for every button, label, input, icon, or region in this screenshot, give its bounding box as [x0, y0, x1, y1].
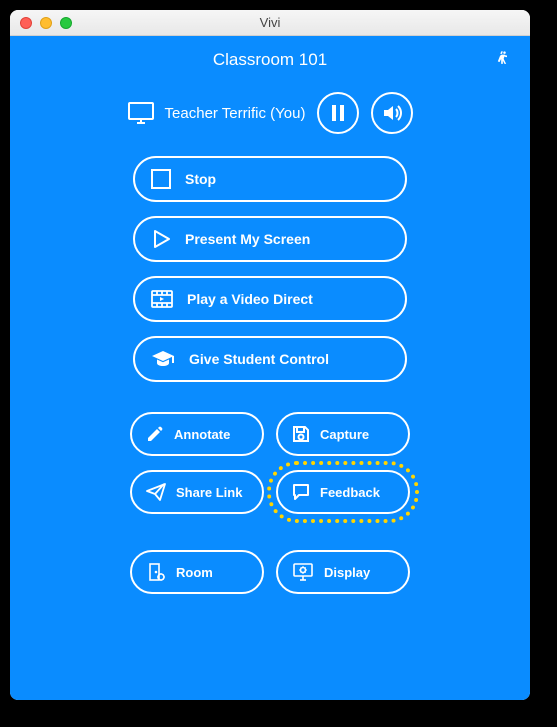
door-gear-icon [146, 562, 166, 582]
pause-button[interactable] [317, 92, 359, 134]
user-label: Teacher Terrific (You) [127, 101, 306, 125]
app-body: Classroom 101 Teacher Terrific (You) [10, 36, 530, 700]
share-label: Share Link [176, 485, 242, 500]
display-button[interactable]: Display [276, 550, 410, 594]
annotate-button[interactable]: Annotate [130, 412, 264, 456]
capture-label: Capture [320, 427, 369, 442]
monitor-icon [127, 101, 155, 125]
minimize-icon[interactable] [40, 17, 52, 29]
pause-icon [331, 105, 345, 121]
feedback-highlight: Feedback [276, 470, 410, 514]
annotate-label: Annotate [174, 427, 230, 442]
app-window: Vivi Classroom 101 Teacher Terrific (You… [10, 10, 530, 700]
graduation-cap-icon [151, 350, 175, 368]
window-title: Vivi [10, 15, 530, 30]
user-name: Teacher Terrific (You) [165, 105, 306, 122]
display-label: Display [324, 565, 370, 580]
close-icon[interactable] [20, 17, 32, 29]
film-icon [151, 290, 173, 308]
volume-icon [382, 104, 402, 122]
feedback-label: Feedback [320, 485, 380, 500]
stop-button[interactable]: Stop [133, 156, 407, 202]
feedback-button[interactable]: Feedback [276, 470, 410, 514]
settings-row: Room Display [130, 550, 410, 594]
save-icon [292, 425, 310, 443]
capture-button[interactable]: Capture [276, 412, 410, 456]
room-label: Room [176, 565, 213, 580]
pencil-icon [146, 425, 164, 443]
video-button[interactable]: Play a Video Direct [133, 276, 407, 322]
student-control-button[interactable]: Give Student Control [133, 336, 407, 382]
play-icon [151, 229, 171, 249]
student-label: Give Student Control [189, 351, 329, 367]
present-label: Present My Screen [185, 231, 310, 247]
display-gear-icon [292, 562, 314, 582]
main-actions: Stop Present My Screen Play a Video Dire… [10, 156, 530, 382]
chat-icon [292, 483, 310, 501]
exit-icon[interactable] [492, 48, 512, 68]
page-title: Classroom 101 [10, 36, 530, 80]
titlebar: Vivi [10, 10, 530, 36]
share-link-button[interactable]: Share Link [130, 470, 264, 514]
tools-grid: Annotate Capture Share Link Fe [130, 412, 410, 514]
room-button[interactable]: Room [130, 550, 264, 594]
user-row: Teacher Terrific (You) [10, 92, 530, 134]
volume-button[interactable] [371, 92, 413, 134]
stop-icon [151, 169, 171, 189]
present-button[interactable]: Present My Screen [133, 216, 407, 262]
video-label: Play a Video Direct [187, 291, 313, 307]
stop-label: Stop [185, 171, 216, 187]
traffic-lights [20, 17, 72, 29]
maximize-icon[interactable] [60, 17, 72, 29]
paper-plane-icon [146, 483, 166, 501]
